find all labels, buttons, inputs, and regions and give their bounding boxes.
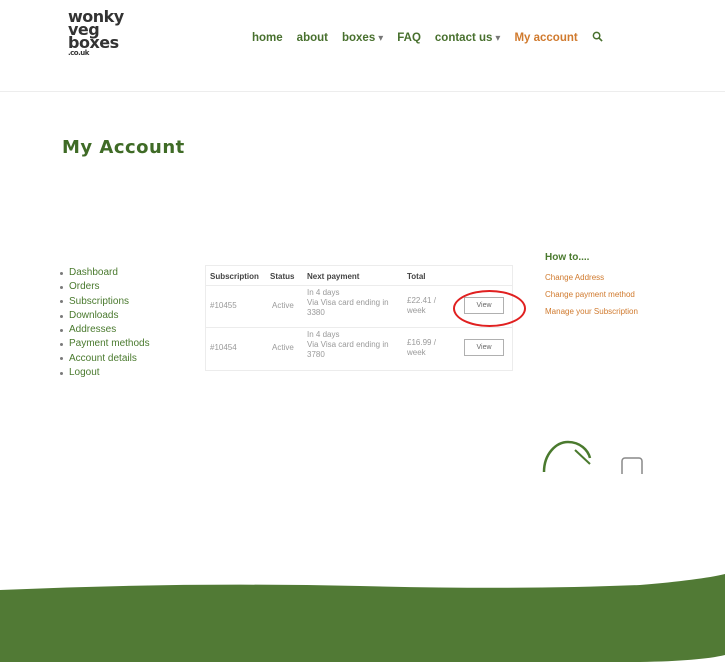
logo-line-3: boxes — [68, 33, 119, 52]
column-header-status: Status — [270, 272, 295, 281]
nav-item-about[interactable]: about — [297, 32, 328, 44]
nav-label: My account — [514, 32, 578, 44]
next-payment-line: In 4 days — [307, 288, 340, 297]
bullet — [60, 343, 63, 347]
nav-item-contact-us[interactable]: contact us ▾ — [435, 32, 501, 44]
subscription-total: £22.41 / week — [407, 296, 447, 316]
change-payment-method-link[interactable]: Change payment method — [545, 290, 685, 299]
bullet — [60, 300, 63, 304]
chevron-down-icon: ▾ — [495, 32, 501, 44]
nav-item-faq[interactable]: FAQ — [397, 32, 421, 44]
account-nav-label: Downloads — [69, 309, 119, 321]
nav-label: contact us — [434, 32, 493, 44]
account-nav-label: Dashboard — [69, 267, 118, 278]
manage-subscription-link[interactable]: Manage your Subscription — [545, 307, 685, 316]
bullet — [60, 285, 63, 289]
next-payment-line: Via Visa card ending in — [307, 298, 389, 307]
nav-label: home — [252, 32, 283, 44]
bullet — [60, 328, 63, 332]
account-nav-payment-methods[interactable]: Payment methods — [60, 337, 150, 351]
total-line: £22.41 / — [407, 296, 436, 305]
nav-item-boxes[interactable]: boxes ▾ — [342, 32, 383, 44]
next-payment-line: 3380 — [307, 308, 325, 317]
total-line: week — [407, 348, 426, 357]
highlight-circle — [453, 290, 526, 327]
how-to-title: How to.... — [545, 252, 590, 263]
subscription-status: Active — [272, 343, 294, 352]
next-payment-line: Via Visa card ending in — [307, 340, 389, 349]
next-payment: In 4 days Via Visa card ending in 3380 — [307, 288, 403, 318]
column-header-total: Total — [407, 272, 426, 281]
account-nav-addresses[interactable]: Addresses — [60, 323, 150, 337]
next-payment: In 4 days Via Visa card ending in 3780 — [307, 330, 403, 360]
account-navigation: Dashboard Orders Subscriptions Downloads… — [60, 266, 150, 380]
how-to-panel: How to.... Change Address Change payment… — [545, 252, 685, 324]
subscription-status: Active — [272, 301, 294, 310]
total-line: £16.99 / — [407, 338, 436, 347]
page-title: My Account — [62, 137, 185, 158]
account-nav-logout[interactable]: Logout — [60, 366, 150, 380]
account-nav-label: Addresses — [69, 324, 117, 336]
next-payment-line: 3780 — [307, 350, 325, 359]
nav-label: boxes — [341, 32, 376, 44]
nav-item-home[interactable]: home — [252, 32, 283, 44]
column-header-next-payment: Next payment — [307, 272, 360, 281]
site-header: wonky veg boxes .co.uk home about boxes … — [0, 0, 725, 92]
subscription-id[interactable]: #10454 — [210, 343, 237, 353]
site-logo[interactable]: wonky veg boxes .co.uk — [68, 9, 124, 58]
table-header: Subscription Status Next payment Total — [206, 266, 512, 286]
view-subscription-button[interactable]: View — [464, 339, 504, 356]
account-nav-label: Account details — [69, 352, 137, 364]
table-row: #10454 Active In 4 days Via Visa card en… — [206, 328, 512, 370]
subscription-id[interactable]: #10455 — [210, 301, 237, 311]
main-nav: home about boxes ▾ FAQ contact us ▾ My a… — [252, 31, 603, 45]
change-address-link[interactable]: Change Address — [545, 273, 685, 282]
account-nav-label: Payment methods — [69, 338, 150, 350]
account-nav-label: Logout — [69, 367, 100, 379]
nav-item-my-account[interactable]: My account — [514, 32, 577, 44]
nav-label: about — [296, 32, 328, 44]
bullet — [60, 271, 63, 275]
account-nav-dashboard[interactable]: Dashboard — [60, 266, 150, 280]
subscription-total: £16.99 / week — [407, 338, 447, 358]
search-icon[interactable] — [592, 31, 603, 45]
account-nav-downloads[interactable]: Downloads — [60, 309, 150, 323]
total-line: week — [407, 306, 426, 315]
account-nav-account-details[interactable]: Account details — [60, 352, 150, 366]
bullet — [60, 314, 63, 318]
account-nav-subscriptions[interactable]: Subscriptions — [60, 295, 150, 309]
account-nav-label: Subscriptions — [69, 295, 130, 307]
footer-band — [0, 560, 725, 662]
next-payment-line: In 4 days — [307, 330, 340, 339]
column-header-subscription: Subscription — [210, 272, 259, 281]
bullet — [60, 371, 63, 375]
account-nav-orders[interactable]: Orders — [60, 280, 150, 294]
account-nav-label: Orders — [69, 281, 100, 293]
nav-label: FAQ — [397, 32, 421, 44]
chevron-down-icon: ▾ — [378, 32, 384, 44]
bullet — [60, 357, 63, 361]
chat-widget-icon[interactable] — [540, 436, 680, 474]
